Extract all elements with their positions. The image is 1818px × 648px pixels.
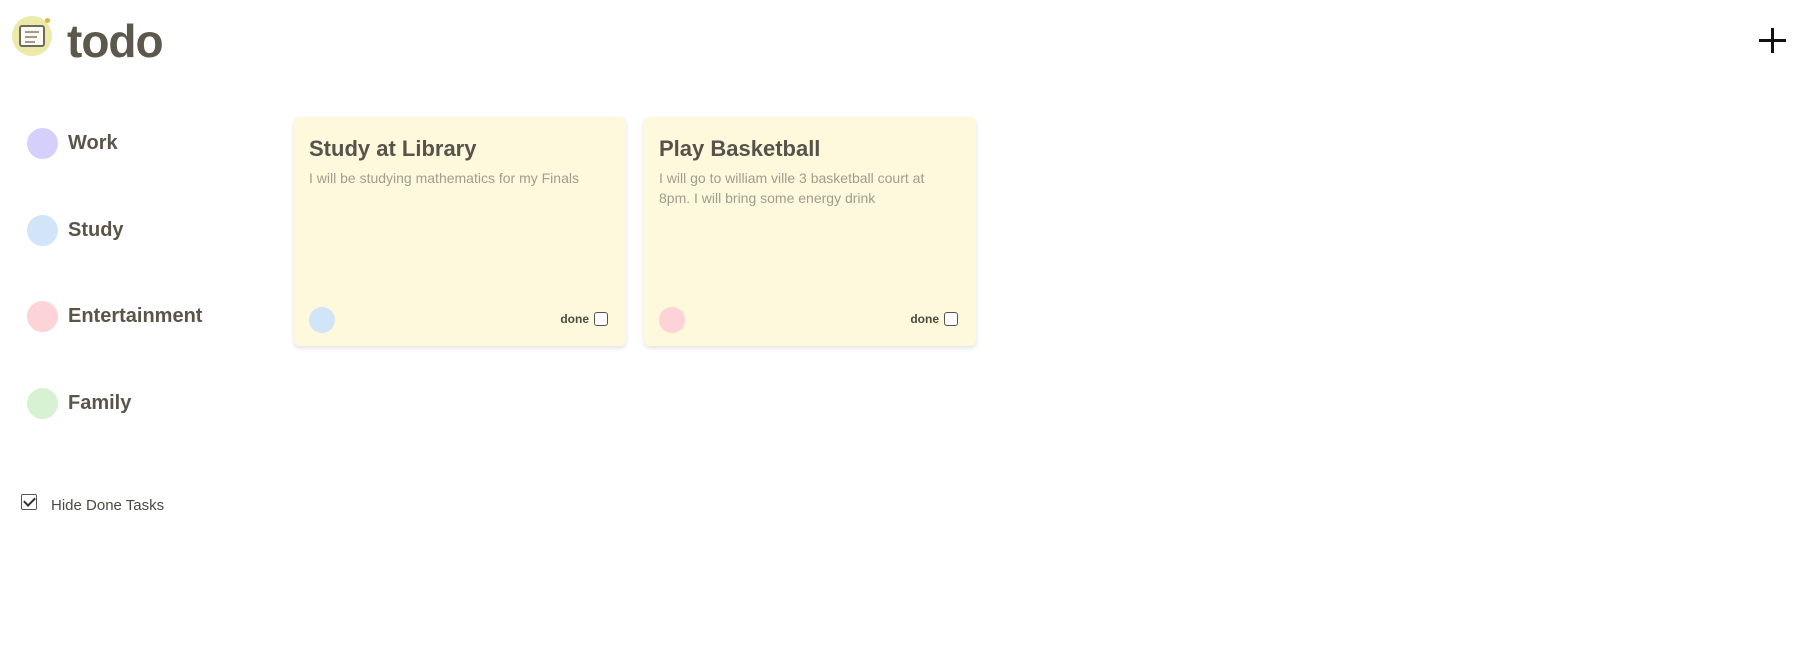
task-done-control[interactable]: done [560,312,608,326]
task-card[interactable]: Play Basketball I will go to william vil… [644,117,976,346]
done-checkbox[interactable] [594,312,608,326]
category-label: Family [68,391,132,414]
task-card[interactable]: Study at Library I will be studying math… [294,117,626,346]
category-family[interactable]: Family [27,387,131,419]
category-label: Entertainment [68,304,203,327]
task-description: I will be studying mathematics for my Fi… [309,170,579,186]
app-header: todo [0,0,1818,90]
category-label: Work [68,131,118,154]
hide-done-checkbox[interactable] [21,493,37,510]
app-title: todo [67,15,164,67]
notepad-icon [12,16,52,56]
task-category-dot [659,307,685,333]
task-title: Play Basketball [659,136,821,161]
category-color-dot [27,300,58,332]
done-label: done [560,312,589,326]
task-category-dot [309,307,335,333]
category-color-dot [27,387,58,419]
logo-accent-dot [45,18,50,23]
hide-done-toggle[interactable]: Hide Done Tasks [21,493,164,514]
category-color-dot [27,127,58,159]
task-description: I will go to william ville 3 basketball … [659,170,925,206]
task-title: Study at Library [309,136,477,161]
category-entertainment[interactable]: Entertainment [27,300,202,332]
category-color-dot [27,214,58,246]
done-label: done [910,312,939,326]
category-label: Study [68,218,124,241]
hide-done-label: Hide Done Tasks [51,497,165,514]
todo-app: todo Work Study Entertainment Family Hid… [0,0,1818,648]
add-task-button[interactable] [1755,23,1789,57]
task-done-control[interactable]: done [910,312,958,326]
category-study[interactable]: Study [27,214,124,246]
done-checkbox[interactable] [944,312,958,326]
logo-note-shape [19,25,45,47]
category-work[interactable]: Work [27,127,118,159]
